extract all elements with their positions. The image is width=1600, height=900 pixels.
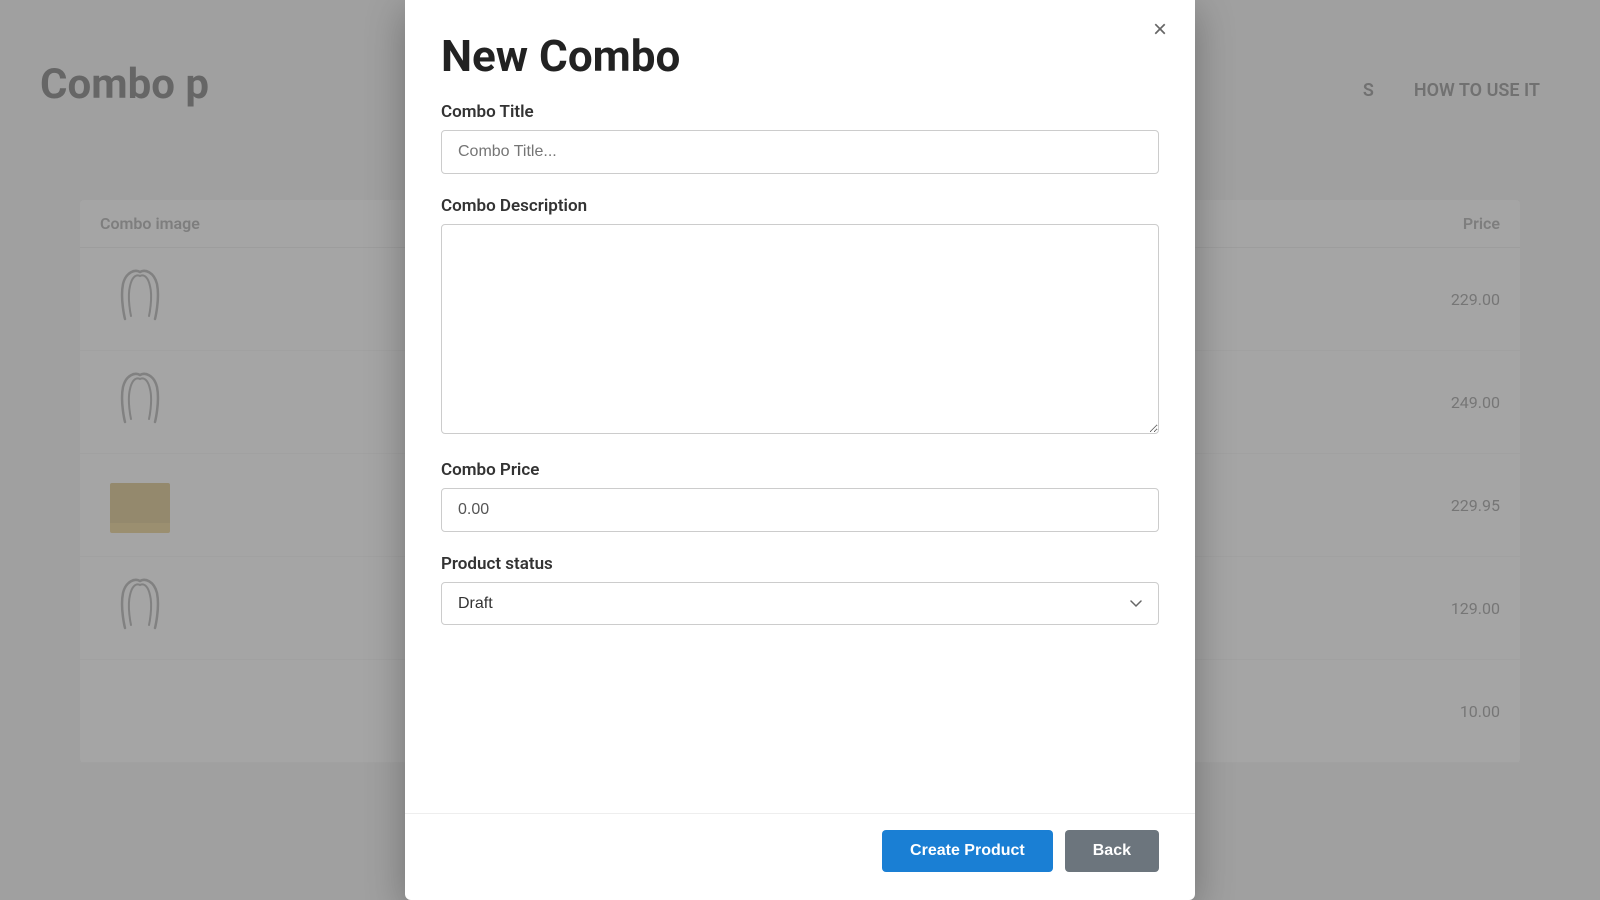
- combo-title-input[interactable]: [441, 130, 1159, 174]
- modal-title: New Combo: [441, 30, 1159, 82]
- modal-close-button[interactable]: ×: [1145, 14, 1175, 46]
- modal-body: Combo Title Combo Description Combo Pric…: [405, 92, 1195, 813]
- combo-description-group: Combo Description: [441, 196, 1159, 438]
- combo-price-input[interactable]: [441, 488, 1159, 532]
- combo-title-group: Combo Title: [441, 102, 1159, 174]
- product-status-group: Product status Draft Active Archived: [441, 554, 1159, 625]
- combo-price-group: Combo Price: [441, 460, 1159, 532]
- modal-footer: Create Product Back: [405, 813, 1195, 900]
- back-button[interactable]: Back: [1065, 830, 1159, 872]
- combo-description-label: Combo Description: [441, 196, 1159, 216]
- new-combo-modal: New Combo × Combo Title Combo Descriptio…: [405, 0, 1195, 900]
- product-status-select[interactable]: Draft Active Archived: [441, 582, 1159, 625]
- modal-header: New Combo ×: [405, 0, 1195, 92]
- combo-description-textarea[interactable]: [441, 224, 1159, 434]
- product-status-label: Product status: [441, 554, 1159, 574]
- combo-price-label: Combo Price: [441, 460, 1159, 480]
- create-product-button[interactable]: Create Product: [882, 830, 1053, 872]
- combo-title-label: Combo Title: [441, 102, 1159, 122]
